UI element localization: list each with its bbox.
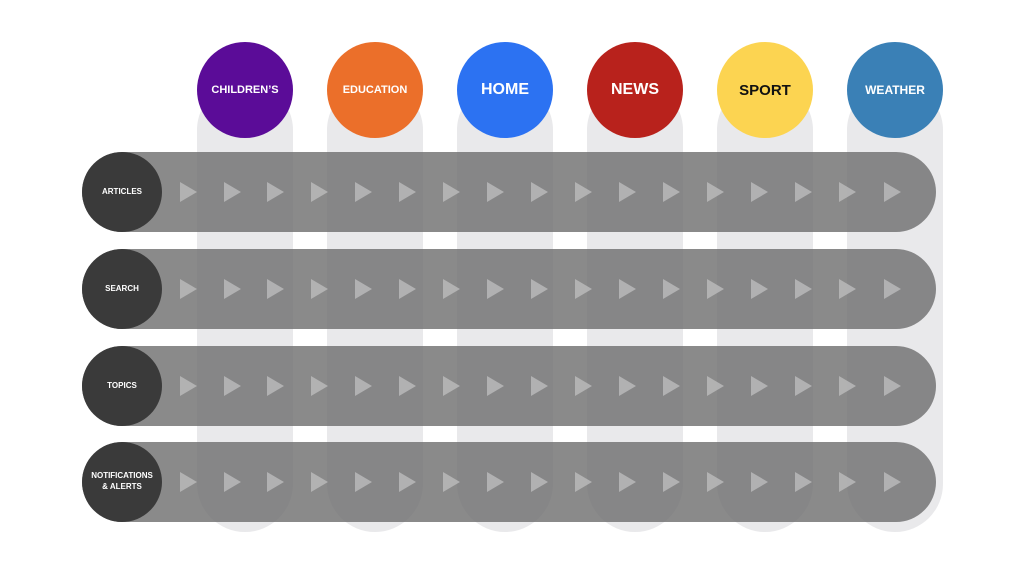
play-arrow-icon bbox=[839, 376, 856, 396]
play-arrow-icon bbox=[487, 279, 504, 299]
play-arrow-icon bbox=[355, 376, 372, 396]
play-arrow-icon bbox=[443, 182, 460, 202]
play-arrow-icon bbox=[224, 182, 241, 202]
play-arrow-icon bbox=[884, 279, 901, 299]
play-arrow-icon bbox=[355, 182, 372, 202]
play-arrow-icon bbox=[575, 376, 592, 396]
play-arrow-icon bbox=[224, 376, 241, 396]
play-arrow-icon bbox=[355, 279, 372, 299]
play-arrow-icon bbox=[707, 279, 724, 299]
play-arrow-icon bbox=[531, 279, 548, 299]
column-header-sport: SPORT bbox=[717, 42, 813, 138]
play-arrow-icon bbox=[795, 182, 812, 202]
column-header-children-s: CHILDREN’S bbox=[197, 42, 293, 138]
column-header-weather: WEATHER bbox=[847, 42, 943, 138]
play-arrow-icon bbox=[180, 279, 197, 299]
play-arrow-icon bbox=[575, 472, 592, 492]
play-arrow-icon bbox=[443, 376, 460, 396]
play-arrow-icon bbox=[619, 279, 636, 299]
play-arrow-icon bbox=[311, 376, 328, 396]
play-arrow-icon bbox=[224, 279, 241, 299]
play-arrow-icon bbox=[751, 182, 768, 202]
play-arrow-icon bbox=[839, 472, 856, 492]
play-arrow-icon bbox=[663, 182, 680, 202]
play-arrow-icon bbox=[487, 182, 504, 202]
play-arrow-icon bbox=[575, 182, 592, 202]
play-arrow-icon bbox=[795, 279, 812, 299]
play-arrow-icon bbox=[399, 182, 416, 202]
play-arrow-icon bbox=[311, 472, 328, 492]
play-arrow-icon bbox=[531, 472, 548, 492]
play-arrow-icon bbox=[795, 376, 812, 396]
play-arrow-icon bbox=[267, 472, 284, 492]
play-arrow-icon bbox=[884, 472, 901, 492]
play-arrow-icon bbox=[443, 472, 460, 492]
play-arrow-icon bbox=[180, 182, 197, 202]
play-arrow-icon bbox=[619, 472, 636, 492]
play-arrow-icon bbox=[839, 182, 856, 202]
play-arrow-icon bbox=[311, 279, 328, 299]
play-arrow-icon bbox=[884, 182, 901, 202]
play-arrow-icon bbox=[619, 182, 636, 202]
play-arrow-icon bbox=[443, 279, 460, 299]
row-header-topics: TOPICS bbox=[82, 346, 162, 426]
play-arrow-icon bbox=[487, 472, 504, 492]
play-arrow-icon bbox=[180, 472, 197, 492]
play-arrow-icon bbox=[751, 279, 768, 299]
play-arrow-icon bbox=[707, 182, 724, 202]
play-arrow-icon bbox=[487, 376, 504, 396]
play-arrow-icon bbox=[267, 376, 284, 396]
play-arrow-icon bbox=[180, 376, 197, 396]
play-arrow-icon bbox=[663, 376, 680, 396]
play-arrow-icon bbox=[575, 279, 592, 299]
row-header-articles: ARTICLES bbox=[82, 152, 162, 232]
play-arrow-icon bbox=[311, 182, 328, 202]
row-header-notifications-alerts: NOTIFICATIONS & ALERTS bbox=[82, 442, 162, 522]
play-arrow-icon bbox=[619, 376, 636, 396]
play-arrow-icon bbox=[707, 376, 724, 396]
play-arrow-icon bbox=[399, 376, 416, 396]
play-arrow-icon bbox=[399, 279, 416, 299]
play-arrow-icon bbox=[663, 472, 680, 492]
play-arrow-icon bbox=[707, 472, 724, 492]
column-header-home: HOME bbox=[457, 42, 553, 138]
play-arrow-icon bbox=[267, 279, 284, 299]
column-header-news: NEWS bbox=[587, 42, 683, 138]
play-arrow-icon bbox=[884, 376, 901, 396]
column-header-education: EDUCATION bbox=[327, 42, 423, 138]
play-arrow-icon bbox=[267, 182, 284, 202]
play-arrow-icon bbox=[224, 472, 241, 492]
play-arrow-icon bbox=[399, 472, 416, 492]
play-arrow-icon bbox=[839, 279, 856, 299]
play-arrow-icon bbox=[531, 182, 548, 202]
play-arrow-icon bbox=[751, 376, 768, 396]
play-arrow-icon bbox=[663, 279, 680, 299]
row-header-search: SEARCH bbox=[82, 249, 162, 329]
feature-matrix-diagram: CHILDREN’S EDUCATION HOME NEWS SPORT WEATHER A… bbox=[0, 0, 1024, 576]
play-arrow-icon bbox=[751, 472, 768, 492]
play-arrow-icon bbox=[531, 376, 548, 396]
play-arrow-icon bbox=[355, 472, 372, 492]
play-arrow-icon bbox=[795, 472, 812, 492]
